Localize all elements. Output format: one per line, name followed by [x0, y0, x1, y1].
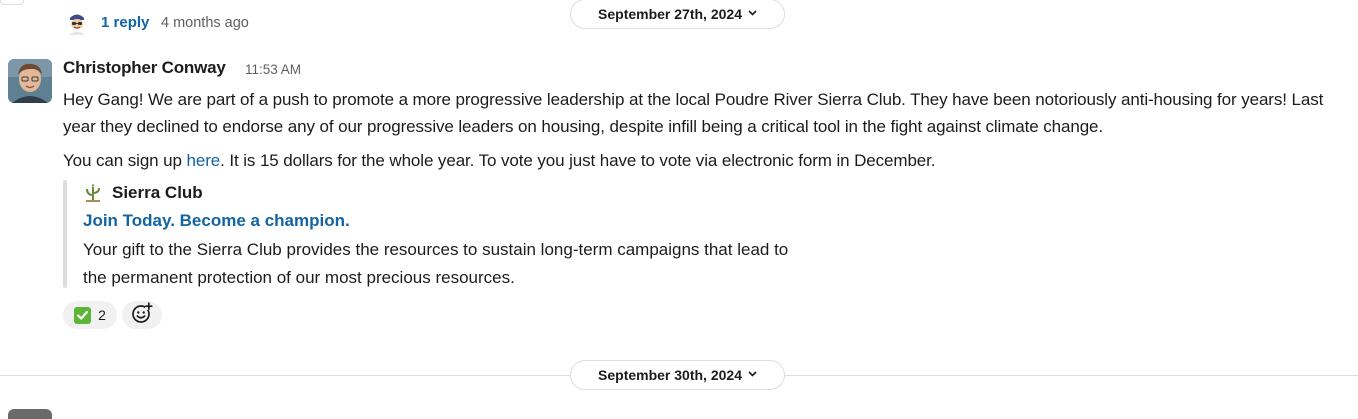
attachment-site-name: Sierra Club [112, 183, 203, 202]
chevron-down-icon [748, 369, 757, 380]
date-divider-button[interactable]: September 30th, 2024 [570, 360, 785, 390]
attachment-description: Your gift to the Sierra Club provides th… [83, 240, 789, 287]
chevron-down-icon [748, 8, 757, 19]
date-divider-label: September 30th, 2024 [598, 367, 742, 383]
previous-message-stub [0, 0, 24, 5]
signup-text-prefix: You can sign up [63, 151, 187, 170]
message-body: Hey Gang! We are part of a push to promo… [63, 90, 1324, 136]
message-paragraph-2: You can sign up here. It is 15 dollars f… [63, 149, 936, 173]
date-divider-label: September 27th, 2024 [598, 6, 742, 22]
signup-link[interactable]: here [187, 151, 221, 170]
reaction-count: 2 [98, 307, 106, 323]
attachment-title-link[interactable]: Join Today. Become a champion. [83, 211, 350, 231]
add-emoji-icon [131, 301, 153, 329]
sierra-club-logo-icon [83, 183, 103, 203]
sender-name[interactable]: Christopher Conway [63, 58, 226, 78]
next-message-avatar[interactable] [8, 409, 52, 419]
add-reaction-button[interactable] [122, 301, 162, 329]
signup-text-suffix: . It is 15 dollars for the whole year. T… [220, 151, 936, 170]
thread-last-reply-time: 4 months ago [161, 15, 249, 31]
thread-reply-count-link[interactable]: 1 reply [101, 14, 149, 31]
attachment-border [63, 180, 67, 288]
reaction-check-mark[interactable]: 2 [63, 301, 117, 329]
sender-avatar[interactable] [8, 59, 52, 103]
white-check-mark-icon [74, 306, 92, 324]
message-timestamp[interactable]: 11:53 AM [245, 62, 301, 77]
reply-user-avatar[interactable] [66, 11, 88, 35]
date-divider-button[interactable]: September 27th, 2024 [570, 0, 785, 29]
